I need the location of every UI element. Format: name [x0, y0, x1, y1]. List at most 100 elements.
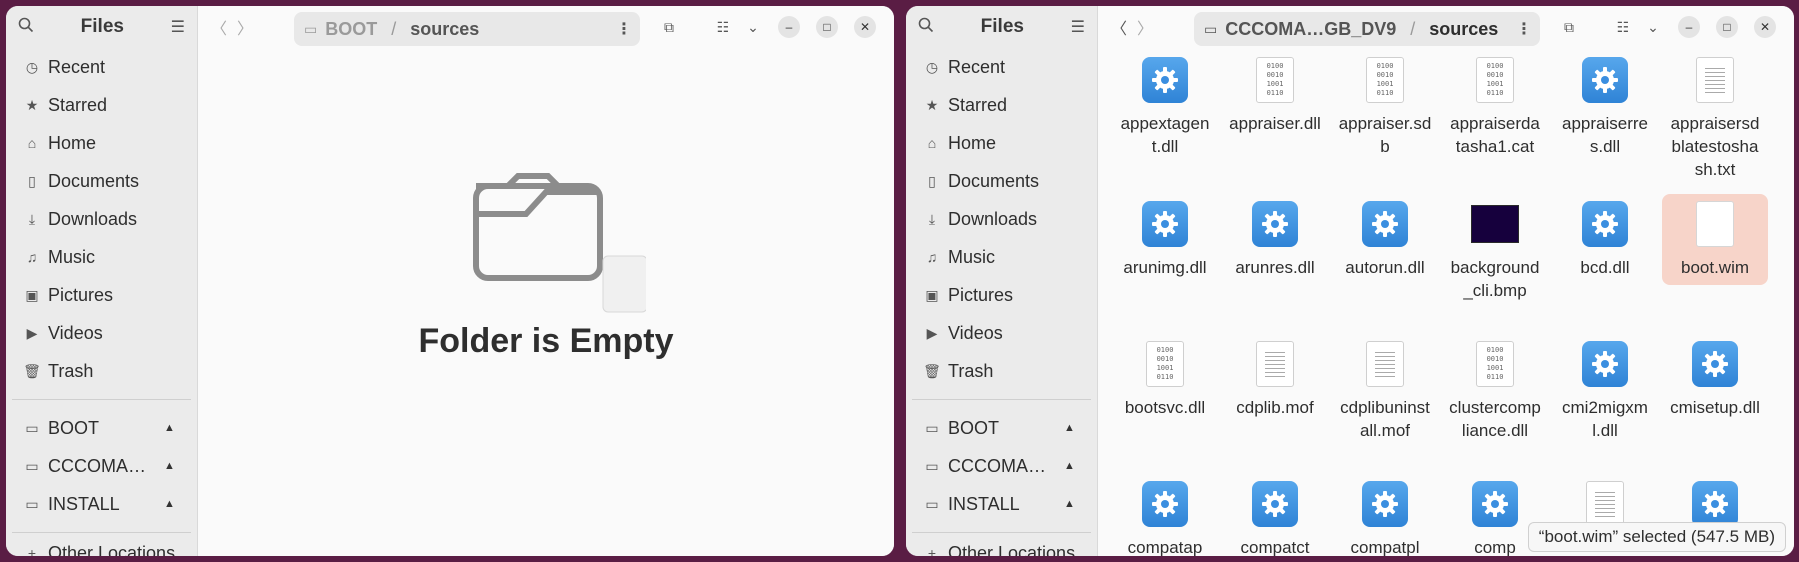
drive-icon: ▭ — [25, 495, 39, 512]
sidebar-item-music[interactable]: ♫ Music — [906, 238, 1097, 276]
sidebar-item-starred[interactable]: ★ Starred — [906, 86, 1097, 124]
sidebar-item-pictures[interactable]: ▣ Pictures — [6, 276, 197, 314]
sidebar-item-home[interactable]: ⌂ Home — [6, 124, 197, 162]
library-file-icon — [1141, 56, 1189, 104]
chevron-down-icon[interactable]: ⌄ — [740, 14, 766, 40]
new-folder-icon[interactable]: ⧉ — [656, 14, 682, 40]
sidebar-item-label: Videos — [948, 322, 1003, 343]
sidebar-item-documents[interactable]: ▯ Documents — [6, 162, 197, 200]
back-icon[interactable]: 〈 — [206, 14, 232, 40]
back-icon[interactable]: 〈 — [1106, 14, 1132, 40]
file-name: autorun.dll — [1345, 258, 1425, 277]
file-item[interactable]: appraisersdblatestoshash.txt — [1662, 56, 1768, 181]
file-item[interactable]: arunimg.dll — [1112, 200, 1218, 279]
view-list-icon[interactable]: ☷ — [1610, 14, 1636, 40]
file-item[interactable]: 0100 0010 1001 0110 appraiser.dll — [1222, 56, 1328, 135]
file-item[interactable]: arunres.dll — [1222, 200, 1328, 279]
file-item[interactable]: 0100 0010 1001 0110 appraiserdatasha1.cat — [1442, 56, 1548, 158]
file-item[interactable]: cmi2migxml.dll — [1552, 340, 1658, 442]
forward-icon[interactable]: 〉 — [232, 14, 258, 40]
library-file-icon — [1361, 200, 1409, 248]
path-segment-root[interactable]: BOOT — [325, 19, 377, 40]
hamburger-menu-icon[interactable]: ☰ — [1071, 17, 1085, 37]
file-item[interactable]: cdplib.mof — [1222, 340, 1328, 419]
eject-icon[interactable]: ▲ — [164, 422, 175, 434]
view-list-icon[interactable]: ☷ — [710, 14, 736, 40]
file-name: appraiserres.dll — [1562, 114, 1648, 156]
eject-icon[interactable]: ▲ — [1064, 498, 1075, 510]
file-item[interactable]: compatct — [1222, 480, 1328, 556]
file-item[interactable]: autorun.dll — [1332, 200, 1438, 279]
path-segment-root[interactable]: CCCOMA…GB_DV9 — [1225, 19, 1396, 40]
sidebar-item-label: BOOT — [948, 417, 1000, 438]
drive-icon: ▭ — [925, 495, 939, 512]
eject-icon[interactable]: ▲ — [1064, 422, 1075, 434]
forward-icon[interactable]: 〉 — [1132, 14, 1158, 40]
music-icon: ♫ — [26, 249, 38, 265]
file-item[interactable]: compatpl — [1332, 480, 1438, 556]
minimize-button[interactable]: – — [778, 16, 800, 38]
eject-icon[interactable]: ▲ — [164, 498, 175, 510]
sidebar-item-documents[interactable]: ▯ Documents — [906, 162, 1097, 200]
file-item[interactable]: boot.wim — [1662, 194, 1768, 285]
sidebar-item-label: Recent — [948, 56, 1006, 77]
file-item[interactable]: appraiserres.dll — [1552, 56, 1658, 158]
sidebar-item-pictures[interactable]: ▣ Pictures — [906, 276, 1097, 314]
sidebar-item-label: Downloads — [948, 208, 1038, 229]
path-bar[interactable]: ▭ BOOT / sources ⋮ — [294, 12, 640, 46]
sidebar-item-trash[interactable]: 🗑 Trash — [906, 352, 1097, 390]
sidebar-item-downloads[interactable]: ⤓ Downloads — [6, 200, 197, 238]
maximize-button[interactable]: □ — [1716, 16, 1738, 38]
new-folder-icon[interactable]: ⧉ — [1556, 14, 1582, 40]
sidebar-item-other-locations[interactable]: + Other Locations — [906, 542, 1097, 557]
sidebar-divider — [912, 532, 1091, 533]
sidebar-item-videos[interactable]: ▶ Videos — [906, 314, 1097, 352]
maximize-button[interactable]: □ — [816, 16, 838, 38]
path-bar[interactable]: ▭ CCCOMA…GB_DV9 / sources ⋮ — [1194, 12, 1540, 46]
file-item[interactable]: cmisetup.dll — [1662, 340, 1768, 419]
search-icon[interactable] — [918, 17, 934, 38]
sidebar-item-drive-boot[interactable]: ▭ BOOT ▲ — [906, 409, 1097, 447]
file-item[interactable]: 0100 0010 1001 0110 clustercompliance.dll — [1442, 340, 1548, 442]
sidebar-item-drive-install[interactable]: ▭ INSTALL ▲ — [6, 485, 197, 523]
hamburger-menu-icon[interactable]: ☰ — [171, 17, 185, 37]
file-name: appraiser.dll — [1229, 114, 1321, 133]
binary-file-icon: 0100 0010 1001 0110 — [1251, 56, 1299, 104]
sidebar-item-videos[interactable]: ▶ Videos — [6, 314, 197, 352]
trash-icon: 🗑 — [923, 362, 941, 379]
sidebar-divider — [12, 532, 191, 533]
path-menu-icon[interactable]: ⋮ — [1516, 19, 1532, 39]
sidebar-item-drive-boot[interactable]: ▭ BOOT ▲ — [6, 409, 197, 447]
file-item[interactable]: 0100 0010 1001 0110 bootsvc.dll — [1112, 340, 1218, 419]
search-icon[interactable] — [18, 17, 34, 37]
sidebar-item-downloads[interactable]: ⤓ Downloads — [906, 200, 1097, 238]
sidebar-item-home[interactable]: ⌂ Home — [906, 124, 1097, 162]
file-item[interactable]: bcd.dll — [1552, 200, 1658, 279]
close-button[interactable]: ✕ — [1754, 16, 1776, 38]
file-item[interactable]: background_cli.bmp — [1442, 200, 1548, 302]
eject-icon[interactable]: ▲ — [1064, 460, 1075, 472]
sidebar-item-drive-install[interactable]: ▭ INSTALL ▲ — [906, 485, 1097, 523]
file-item[interactable]: appextagent.dll — [1112, 56, 1218, 158]
path-menu-icon[interactable]: ⋮ — [616, 19, 632, 39]
sidebar-item-label: Pictures — [48, 284, 114, 305]
sidebar-item-drive-cccoma[interactable]: ▭ CCCOMA… ▲ — [906, 447, 1097, 485]
file-item[interactable]: 0100 0010 1001 0110 appraiser.sdb — [1332, 56, 1438, 158]
minimize-button[interactable]: – — [1678, 16, 1700, 38]
path-segment-current[interactable]: sources — [1429, 19, 1498, 40]
sidebar-item-trash[interactable]: 🗑 Trash — [6, 352, 197, 390]
library-file-icon — [1691, 480, 1739, 528]
sidebar-item-recent[interactable]: ◷ Recent — [906, 48, 1097, 86]
file-name: arunres.dll — [1235, 258, 1315, 277]
eject-icon[interactable]: ▲ — [164, 460, 175, 472]
sidebar-item-drive-cccoma[interactable]: ▭ CCCOMA… ▲ — [6, 447, 197, 485]
sidebar-item-recent[interactable]: ◷ Recent — [6, 48, 197, 86]
file-item[interactable]: cdplibuninstall.mof — [1332, 340, 1438, 442]
path-segment-current[interactable]: sources — [410, 19, 479, 40]
sidebar-item-other-locations[interactable]: + Other Locations — [6, 542, 197, 557]
file-item[interactable]: compatap — [1112, 480, 1218, 556]
sidebar-item-starred[interactable]: ★ Starred — [6, 86, 197, 124]
chevron-down-icon[interactable]: ⌄ — [1640, 14, 1666, 40]
sidebar-item-music[interactable]: ♫ Music — [6, 238, 197, 276]
close-button[interactable]: ✕ — [854, 16, 876, 38]
